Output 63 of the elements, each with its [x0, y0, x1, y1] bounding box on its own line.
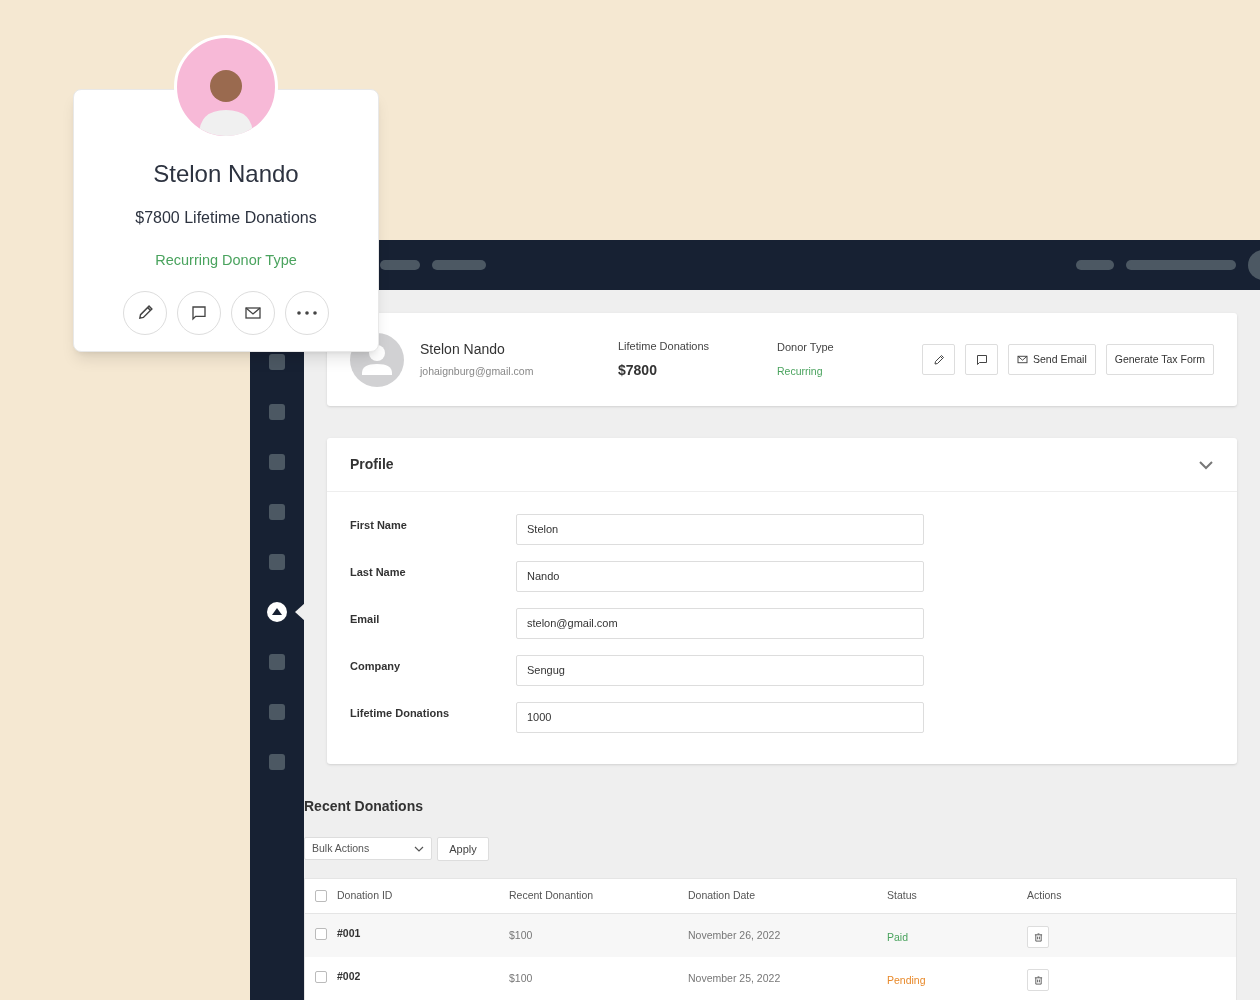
card-donor-name: Stelon Nando [153, 159, 299, 189]
more-icon [297, 310, 317, 315]
caret-icon [414, 845, 424, 852]
chat-icon [191, 304, 207, 321]
donor-name: Stelon Nando [420, 340, 506, 360]
card-lifetime-donations: $7800 Lifetime Donations [135, 208, 317, 228]
checkbox[interactable] [315, 928, 327, 940]
donor-type-value: Recurring [777, 363, 824, 379]
email-button[interactable] [231, 290, 275, 335]
status-text: Paid [887, 930, 909, 945]
nav-placeholder [432, 260, 486, 270]
field-label: Last Name [350, 565, 407, 580]
input-field[interactable]: stelon@gmail.com [516, 608, 924, 639]
pencil-icon [136, 304, 154, 322]
more-button[interactable] [285, 290, 329, 335]
donor-type-label: Donor Type [777, 340, 834, 356]
envelope-icon [245, 305, 261, 320]
delete-button[interactable] [1027, 926, 1049, 948]
donor-email: johaignburg@gmail.com [420, 364, 535, 380]
card-donor-type: Recurring Donor Type [155, 251, 297, 270]
lifetime-label: Lifetime Donations [618, 338, 711, 354]
chat-icon [975, 353, 988, 366]
section-title: Recent Donations [304, 797, 424, 816]
table-cell-text: $100 [509, 971, 534, 986]
input-field[interactable]: Sengug [516, 655, 924, 686]
input-field[interactable]: 1000 [516, 702, 924, 733]
chevron-icon[interactable] [1198, 459, 1214, 470]
nav-placeholder [380, 260, 420, 270]
send-email-button[interactable]: Send Email [1008, 344, 1096, 375]
status-text: Pending [887, 973, 927, 988]
bulk-actions-select[interactable]: Bulk Actions [304, 837, 432, 860]
nav-placeholder [1076, 260, 1114, 270]
comment-button[interactable] [965, 344, 999, 375]
tax-form-button[interactable]: Generate Tax Form [1105, 344, 1214, 375]
column-header: Recent Donantion [509, 888, 595, 904]
pointer-icon [295, 603, 305, 621]
table-cell-text: November 26, 2022 [688, 928, 782, 943]
table-cell-text: November 25, 2022 [688, 971, 782, 986]
table-cell-text: #001 [337, 926, 362, 941]
trash-icon [1033, 932, 1043, 942]
column-header: Donation ID [337, 888, 394, 904]
field-label: First Name [350, 518, 408, 533]
envelope-icon [1017, 355, 1029, 364]
table-cell-text: $100 [509, 928, 534, 943]
checkbox[interactable] [315, 971, 327, 983]
pencil-icon [932, 353, 945, 366]
checkbox[interactable] [315, 890, 327, 902]
delete-button[interactable] [1027, 969, 1049, 991]
column-header: Actions [1027, 888, 1063, 904]
panel-title: Profile [350, 455, 394, 474]
input-field[interactable]: Nando [516, 561, 924, 592]
sidebar-item[interactable] [267, 602, 287, 622]
field-label: Company [350, 659, 402, 674]
input-field[interactable]: Stelon [516, 514, 924, 545]
field-label: Email [350, 612, 381, 627]
apply-button[interactable]: Apply [437, 837, 489, 861]
table-cell-text: #002 [337, 969, 362, 984]
lifetime-value: $7800 [618, 361, 658, 381]
column-header: Status [887, 888, 918, 904]
edit-button[interactable] [123, 290, 167, 335]
column-header: Donation Date [688, 888, 757, 904]
field-label: Lifetime Donations [350, 706, 450, 721]
trash-icon [1033, 975, 1043, 985]
